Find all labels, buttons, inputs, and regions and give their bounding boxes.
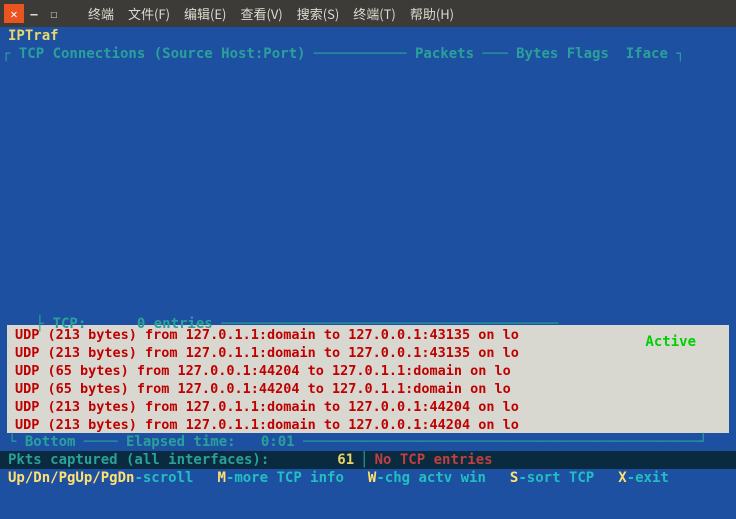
udp-panel: UDP (213 bytes) from 127.0.1.1:domain to… [7,325,729,433]
app-title: IPTraf [0,27,736,45]
menu-file[interactable]: 文件(F) [124,2,174,25]
tcp-summary-row: ├ TCP: 0 entries ───────────────────────… [0,297,736,315]
action-scroll: -scroll [134,469,193,487]
action-more: -more TCP info [226,469,344,487]
key-chg: W [368,469,376,487]
menu-bar: 终端 文件(F) 编辑(E) 查看(V) 搜索(S) 终端(T) 帮助(H) [64,2,458,25]
udp-row: UDP (213 bytes) from 127.0.1.1:domain to… [7,344,729,362]
key-sort: S [510,469,518,487]
window-controls: ✕ – ☐ [0,4,64,23]
menu-app-label: 终端 [84,2,118,25]
key-exit: X [618,469,626,487]
help-row: Up/Dn/PgUp/PgDn-scroll M-more TCP info W… [0,469,736,487]
tcp-entries-label: ├ TCP: 0 entries ───────────────────────… [36,316,559,332]
window-close-button[interactable]: ✕ [4,4,24,23]
key-scroll: Up/Dn/PgUp/PgDn [8,469,134,487]
pkts-captured-count: 61 [337,451,354,469]
no-tcp-entries: No TCP entries [375,451,493,469]
udp-row: UDP (213 bytes) from 127.0.1.1:domain to… [7,416,729,434]
elapsed-time-row: └ Bottom ──── Elapsed time: 0:01 ───────… [0,433,736,451]
window-maximize-button[interactable]: ☐ [44,4,64,23]
menu-edit[interactable]: 编辑(E) [180,2,230,25]
menu-terminal[interactable]: 终端(T) [349,2,400,25]
udp-row: UDP (65 bytes) from 127.0.0.1:44204 to 1… [7,380,729,398]
tcp-header: ┌ TCP Connections (Source Host:Port) ───… [0,45,736,63]
udp-row: UDP (65 bytes) from 127.0.0.1:44204 to 1… [7,362,729,380]
status-separator: │ [360,451,368,469]
menu-view[interactable]: 查看(V) [236,2,286,25]
action-sort: -sort TCP [518,469,594,487]
menu-search[interactable]: 搜索(S) [293,2,344,25]
key-more: M [217,469,225,487]
pkts-captured-label: Pkts captured (all interfaces): [8,451,269,469]
action-exit: -exit [627,469,669,487]
terminal-area[interactable]: IPTraf ┌ TCP Connections (Source Host:Po… [0,27,736,519]
udp-row: UDP (213 bytes) from 127.0.1.1:domain to… [7,398,729,416]
action-chg: -chg actv win [376,469,486,487]
window-minimize-button[interactable]: – [24,4,44,23]
active-status: Active [645,333,696,351]
tcp-connections-panel [0,63,736,297]
status-row: Pkts captured (all interfaces): 61 │ No … [0,451,736,469]
window-titlebar: ✕ – ☐ 终端 文件(F) 编辑(E) 查看(V) 搜索(S) 终端(T) 帮… [0,0,736,27]
menu-help[interactable]: 帮助(H) [406,2,458,25]
